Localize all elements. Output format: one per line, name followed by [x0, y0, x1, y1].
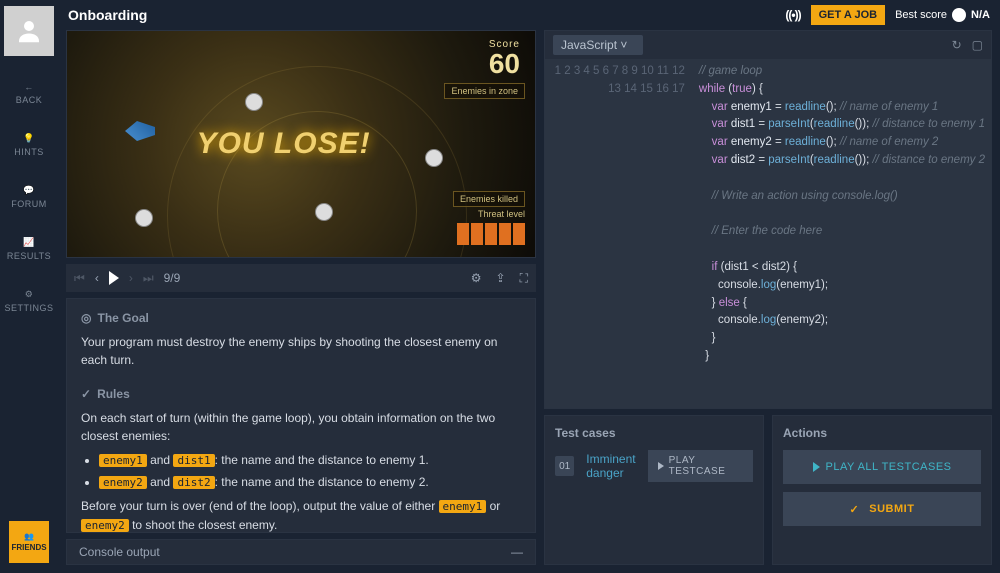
chevron-down-icon: ˅	[620, 38, 627, 52]
testcases-title: Test cases	[555, 426, 753, 440]
submit-button[interactable]: SUBMIT	[783, 492, 981, 526]
check-icon: ✓	[81, 385, 91, 403]
sidebar-label: FORUM	[11, 199, 47, 209]
bulb-icon: 💡	[23, 133, 35, 144]
testcase-row: 01 Imminent danger PLAY TESTCASE	[555, 450, 753, 482]
sidebar-back[interactable]: ← BACK	[16, 82, 43, 105]
best-score-value: N/A	[971, 9, 990, 21]
step-back-icon[interactable]: ‹	[95, 271, 99, 285]
console-title: Console output	[79, 545, 160, 559]
play-icon	[658, 462, 664, 470]
sidebar-label: FRIENDS	[11, 543, 46, 552]
sidebar-settings[interactable]: ⚙ SETTINGS	[4, 289, 53, 313]
actions-title: Actions	[783, 426, 981, 440]
best-score: Best score N/A	[895, 8, 990, 22]
sidebar-label: HINTS	[14, 147, 44, 157]
goal-text: Your program must destroy the enemy ship…	[81, 333, 521, 369]
sidebar-label: RESULTS	[7, 251, 51, 261]
hud-enemies-zone: Enemies in zone	[444, 83, 525, 99]
sidebar-forum[interactable]: 💬 FORUM	[11, 185, 47, 209]
hud-threat-bars	[457, 223, 525, 245]
share-icon[interactable]: ⇪	[496, 271, 506, 286]
left-sidebar: ← BACK 💡 HINTS 💬 FORUM 📈 RESULTS ⚙ SETTI…	[0, 0, 58, 573]
spaceship-icon	[125, 121, 155, 141]
minimize-icon[interactable]: —	[511, 545, 523, 559]
play-all-button[interactable]: PLAY ALL TESTCASES	[783, 450, 981, 484]
chat-icon: 💬	[23, 185, 35, 196]
enemy-icon	[425, 149, 443, 167]
language-selector[interactable]: JavaScript ˅	[553, 35, 643, 55]
check-icon	[850, 503, 864, 516]
var-chip: dist2	[173, 476, 214, 489]
enemy-icon	[135, 209, 153, 227]
var-chip: enemy2	[81, 519, 129, 532]
var-chip: dist1	[173, 454, 214, 467]
chart-icon: 📈	[23, 237, 35, 248]
play-icon	[813, 462, 820, 472]
step-forward-icon[interactable]: ›	[129, 271, 133, 285]
score-dot-icon	[952, 8, 966, 22]
user-icon	[14, 16, 44, 46]
frame-counter: 9/9	[164, 271, 181, 285]
sidebar-results[interactable]: 📈 RESULTS	[7, 237, 51, 261]
live-icon[interactable]: ((•))	[785, 8, 800, 22]
friends-icon: 👥	[24, 532, 34, 541]
hud-score: Score 60	[489, 39, 520, 78]
playback-bar: ⏮ ‹ › ⏭ 9/9 ⚙ ⇪ ⛶	[66, 264, 536, 292]
rules-output: Before your turn is over (end of the loo…	[81, 497, 521, 533]
play-testcase-button[interactable]: PLAY TESTCASE	[648, 450, 753, 482]
rules-heading: ✓ Rules	[81, 385, 521, 403]
rule-bullet: enemy1 and dist1: the name and the dista…	[99, 451, 521, 470]
refresh-icon[interactable]: ↻	[952, 38, 962, 52]
var-chip: enemy1	[99, 454, 147, 467]
avatar[interactable]	[4, 6, 54, 56]
game-viewer: YOU LOSE! Score 60 Enemies in zone Enemi…	[66, 30, 536, 258]
expand-icon[interactable]: ▢	[972, 38, 983, 52]
sidebar-label: SETTINGS	[4, 303, 53, 313]
var-chip: enemy1	[439, 500, 487, 513]
sidebar-hints[interactable]: 💡 HINTS	[14, 133, 44, 157]
enemy-icon	[315, 203, 333, 221]
goal-heading: ◎ The Goal	[81, 309, 521, 327]
console-output-bar[interactable]: Console output —	[66, 539, 536, 565]
sidebar-friends[interactable]: 👥 FRIENDS	[9, 521, 49, 563]
rules-intro: On each start of turn (within the game l…	[81, 409, 521, 445]
hud-enemies-killed: Enemies killed	[453, 191, 525, 207]
testcases-panel: Test cases 01 Imminent danger PLAY TESTC…	[544, 415, 764, 565]
testcase-number: 01	[555, 456, 574, 476]
code-body[interactable]: // game loop while (true) { var enemy1 =…	[693, 59, 991, 408]
var-chip: enemy2	[99, 476, 147, 489]
lose-banner: YOU LOSE!	[197, 127, 371, 161]
fullscreen-icon[interactable]: ⛶	[520, 271, 528, 286]
best-score-label: Best score	[895, 9, 947, 21]
gear-icon: ⚙	[25, 289, 34, 300]
enemy-icon	[245, 93, 263, 111]
settings-icon[interactable]: ⚙	[471, 271, 482, 286]
play-button[interactable]	[109, 271, 119, 285]
get-job-button[interactable]: GET A JOB	[811, 5, 885, 25]
top-bar: Onboarding ((•)) GET A JOB Best score N/…	[58, 0, 1000, 30]
actions-panel: Actions PLAY ALL TESTCASES SUBMIT	[772, 415, 992, 565]
testcase-name[interactable]: Imminent danger	[586, 452, 635, 480]
page-title: Onboarding	[68, 7, 147, 23]
sidebar-label: BACK	[16, 95, 43, 105]
back-arrow-icon: ←	[24, 82, 34, 92]
code-editor: JavaScript ˅ ↻ ▢ 1 2 3 4 5 6 7 8 9 10 11…	[544, 30, 992, 409]
score-value: 60	[489, 50, 520, 78]
rewind-icon[interactable]: ⏮	[74, 271, 85, 286]
fast-forward-icon[interactable]: ⏭	[143, 271, 154, 286]
rule-bullet: enemy2 and dist2: the name and the dista…	[99, 473, 521, 492]
target-icon: ◎	[81, 309, 91, 327]
instructions-panel: ◎ The Goal Your program must destroy the…	[66, 298, 536, 533]
line-gutter: 1 2 3 4 5 6 7 8 9 10 11 12 13 14 15 16 1…	[545, 59, 693, 408]
hud-threat-label: Threat level	[478, 209, 525, 219]
